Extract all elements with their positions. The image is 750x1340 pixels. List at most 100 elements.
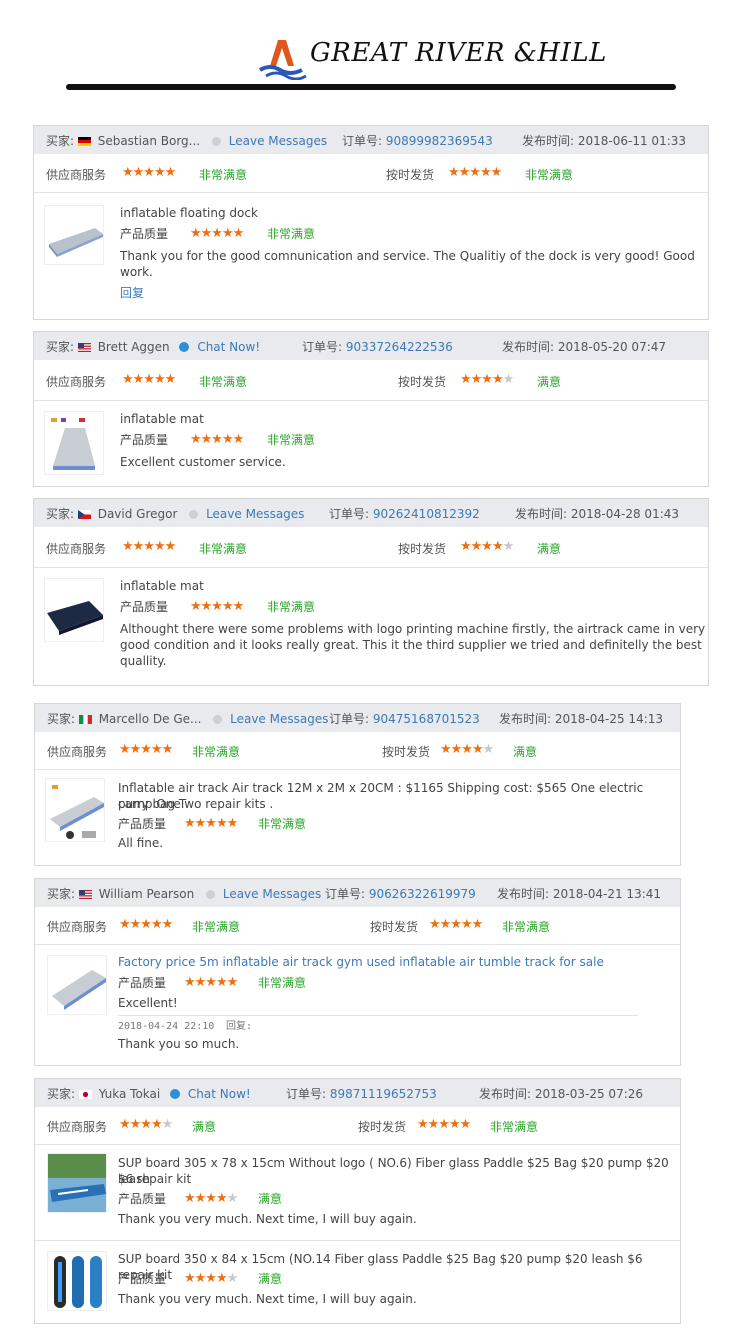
delivery-rating-text: 满意	[537, 375, 562, 389]
review-item: SUP board 305 x 78 x 15cm Without logo (…	[35, 1145, 680, 1241]
offline-status-icon	[213, 715, 223, 724]
order-number-link[interactable]: 90262410812392	[373, 507, 480, 521]
delivery-label: 按时发货	[358, 1120, 407, 1134]
quality-stars: ★★★★★	[184, 1191, 238, 1206]
buyer-label: 买家:	[47, 887, 76, 901]
quality-label: 产品质量	[118, 1272, 167, 1286]
buyer-name[interactable]: Brett Aggen	[98, 340, 170, 354]
chat-now-link[interactable]: Chat Now!	[197, 340, 260, 354]
product-name-cont: carry bag Two repair kits .	[118, 797, 274, 811]
service-rating-text: 满意	[192, 1120, 217, 1134]
offline-status-icon	[206, 890, 216, 899]
delivery-stars: ★★★★★	[440, 742, 494, 757]
review-comment-cont: good condition and it looks really great…	[120, 638, 702, 652]
quality-rating-text: 非常满意	[258, 976, 307, 990]
product-thumbnail[interactable]	[45, 778, 105, 842]
brand-name: GREAT RIVER &HILL	[310, 38, 607, 68]
order-number-link[interactable]: 90899982369543	[386, 134, 493, 148]
order-label: 订单号:	[302, 340, 343, 354]
reply-divider	[118, 1015, 638, 1016]
product-thumbnail[interactable]	[44, 578, 104, 642]
delivery-label: 按时发货	[398, 375, 447, 389]
delivery-stars: ★★★★★	[448, 165, 502, 180]
quality-stars: ★★★★★	[184, 816, 238, 831]
delivery-label: 按时发货	[370, 920, 419, 934]
supplier-service-label: 供应商服务	[47, 745, 108, 759]
ratings-row: 供应商服务 ★★★★★ 非常满意 按时发货 ★★★★★ 非常满意	[35, 907, 680, 945]
order-label: 订单号:	[329, 712, 370, 726]
flag-it-icon	[78, 715, 92, 724]
delivery-rating-text: 非常满意	[490, 1120, 539, 1134]
quality-stars: ★★★★★	[190, 599, 244, 614]
review-card: 买家: Yuka Tokai Chat Now! 订单号: 8987111965…	[34, 1078, 681, 1324]
order-label: 订单号:	[286, 1087, 327, 1101]
flag-cz-icon	[77, 510, 91, 519]
leave-messages-link[interactable]: Leave Messages	[223, 887, 321, 901]
leave-messages-link[interactable]: Leave Messages	[229, 134, 327, 148]
service-stars: ★★★★★	[119, 917, 173, 932]
product-thumbnail[interactable]	[44, 205, 104, 265]
buyer-name[interactable]: Marcello De Ge...	[99, 712, 202, 726]
buyer-label: 买家:	[47, 1087, 76, 1101]
brand-logo-icon	[258, 40, 307, 80]
ratings-row: 供应商服务 ★★★★★ 非常满意 按时发货 ★★★★ ★ 满意	[34, 527, 708, 568]
review-comment: Thank you very much. Next time, I will b…	[118, 1292, 417, 1306]
review-item: inflatable mat 产品质量 ★★★★★ 非常满意 Excellent…	[34, 401, 708, 486]
review-item: Inflatable air track Air track 12M x 2M …	[35, 770, 680, 865]
product-thumbnail[interactable]	[47, 1153, 107, 1213]
supplier-service-label: 供应商服务	[46, 375, 107, 389]
delivery-rating-text: 满意	[537, 542, 562, 556]
review-date: 2018-04-21 13:41	[552, 887, 662, 901]
quality-label: 产品质量	[118, 976, 167, 990]
review-card: 买家: Brett Aggen Chat Now! 订单号: 903372642…	[33, 331, 709, 487]
order-label: 订单号:	[329, 507, 370, 521]
delivery-stars: ★★★★★	[460, 372, 514, 387]
leave-messages-link[interactable]: Leave Messages	[206, 507, 304, 521]
buyer-name[interactable]: William Pearson	[99, 887, 194, 901]
date-label: 发布时间:	[515, 507, 568, 521]
order-number-link[interactable]: 90337264222536	[346, 340, 453, 354]
product-thumbnail[interactable]	[47, 1251, 107, 1311]
review-comment-cont: quallity.	[120, 654, 167, 668]
delivery-label: 按时发货	[386, 168, 435, 182]
review-item: Factory price 5m inflatable air track gy…	[35, 945, 680, 1065]
quality-rating-text: 非常满意	[267, 600, 316, 614]
reply-text: Thank you so much.	[118, 1037, 240, 1051]
reply-link[interactable]: 回复	[120, 285, 144, 301]
reply-date: 2018-04-24 22:10	[118, 1021, 215, 1032]
order-number-link[interactable]: 90626322619979	[369, 887, 476, 901]
quality-rating-text: 满意	[258, 1192, 283, 1206]
review-card: 买家: Marcello De Ge... Leave Messages 订单号…	[34, 703, 681, 866]
review-item: SUP board 350 x 84 x 15cm (NO.14 Fiber g…	[35, 1241, 680, 1323]
order-number-link[interactable]: 89871119652753	[330, 1087, 437, 1101]
service-rating-text: 非常满意	[199, 168, 248, 182]
order-number-link[interactable]: 90475168701523	[373, 712, 480, 726]
delivery-rating-text: 非常满意	[502, 920, 551, 934]
delivery-stars: ★★★★★	[417, 1117, 471, 1132]
review-header: 买家: Yuka Tokai Chat Now! 订单号: 8987111965…	[35, 1079, 680, 1107]
quality-stars: ★★★★★	[184, 1271, 238, 1286]
buyer-name[interactable]: Yuka Tokai	[99, 1087, 161, 1101]
review-header: 买家: William Pearson Leave Messages 订单号: …	[35, 879, 680, 907]
quality-rating-text: 非常满意	[267, 227, 316, 241]
ratings-row: 供应商服务 ★★★★★ 非常满意 按时发货 ★★★★ ★ 满意	[34, 360, 708, 401]
delivery-stars: ★★★★★	[429, 917, 483, 932]
ratings-row: 供应商服务 ★★★★ ★ 满意 按时发货 ★★★★★ 非常满意	[35, 1107, 680, 1145]
review-card: 买家: Sebastian Borg... Leave Messages 订单号…	[33, 125, 709, 320]
flag-us-icon	[78, 890, 92, 899]
review-header: 买家: Marcello De Ge... Leave Messages 订单号…	[35, 704, 680, 732]
chat-now-link[interactable]: Chat Now!	[188, 1087, 251, 1101]
buyer-label: 买家:	[46, 340, 75, 354]
product-thumbnail[interactable]	[47, 955, 107, 1015]
review-header: 买家: Sebastian Borg... Leave Messages 订单号…	[34, 126, 708, 154]
product-link[interactable]: Factory price 5m inflatable air track gy…	[118, 954, 604, 970]
supplier-service-label: 供应商服务	[46, 168, 107, 182]
product-thumbnail[interactable]	[44, 411, 104, 475]
review-card: 买家: David Gregor Leave Messages 订单号: 902…	[33, 498, 709, 686]
buyer-name[interactable]: David Gregor	[98, 507, 178, 521]
review-comment: Althought there were some problems with …	[120, 622, 706, 636]
quality-stars: ★★★★★	[184, 975, 238, 990]
buyer-name[interactable]: Sebastian Borg...	[98, 134, 200, 148]
leave-messages-link[interactable]: Leave Messages	[230, 712, 328, 726]
header-divider	[66, 84, 676, 90]
